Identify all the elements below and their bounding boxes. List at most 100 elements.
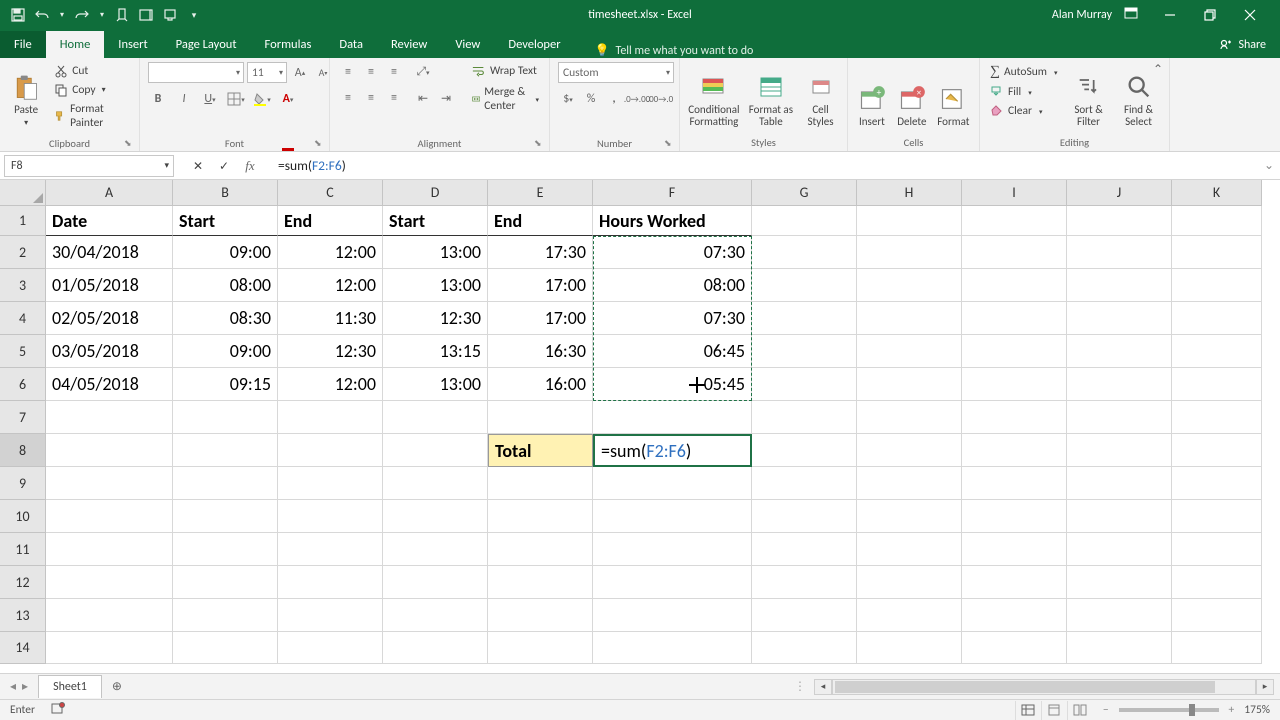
cell[interactable] (857, 566, 962, 599)
qat-item-icon[interactable] (162, 7, 178, 23)
dialog-launcher-icon[interactable]: ⬊ (314, 138, 325, 149)
cell[interactable] (962, 599, 1067, 632)
macro-record-icon[interactable] (45, 701, 71, 719)
zoom-out-icon[interactable]: − (1103, 703, 1109, 717)
cell[interactable] (1067, 335, 1172, 368)
cell[interactable] (1067, 467, 1172, 500)
column-header[interactable]: H (857, 180, 962, 206)
tab-home[interactable]: Home (46, 31, 105, 58)
cell[interactable]: 12:30 (278, 335, 383, 368)
cell[interactable]: Start (383, 206, 488, 236)
align-bottom-icon[interactable]: ≡ (384, 62, 404, 82)
column-header[interactable]: K (1172, 180, 1262, 206)
row-header[interactable]: 6 (0, 368, 46, 401)
column-header[interactable]: B (173, 180, 278, 206)
cell[interactable] (488, 500, 593, 533)
paste-button[interactable]: Paste ▾ (8, 62, 44, 128)
qat-customize-icon[interactable]: ▾ (186, 7, 202, 23)
cell[interactable] (46, 467, 173, 500)
zoom-slider[interactable] (1119, 708, 1219, 712)
page-layout-view-icon[interactable] (1041, 701, 1067, 720)
cell[interactable] (752, 401, 857, 434)
scroll-right-icon[interactable]: ▸ (1256, 679, 1274, 695)
cell[interactable] (1172, 206, 1262, 236)
cell[interactable] (962, 566, 1067, 599)
sort-filter-button[interactable]: Sort & Filter (1068, 62, 1110, 128)
cell[interactable] (1172, 599, 1262, 632)
cell[interactable] (1172, 434, 1262, 467)
row-header[interactable]: 7 (0, 401, 46, 434)
cell[interactable] (46, 533, 173, 566)
cell[interactable] (962, 467, 1067, 500)
cell[interactable] (752, 368, 857, 401)
copy-button[interactable]: Copy▾ (52, 81, 131, 99)
cell-styles-button[interactable]: Cell Styles (802, 62, 839, 128)
column-header[interactable]: G (752, 180, 857, 206)
percent-format-icon[interactable]: % (581, 89, 601, 109)
cell[interactable] (857, 368, 962, 401)
cell[interactable]: 06:45 (593, 335, 752, 368)
qat-dropdown-icon[interactable]: ▾ (98, 7, 106, 23)
cell[interactable] (593, 467, 752, 500)
cell[interactable] (752, 467, 857, 500)
cell[interactable] (278, 566, 383, 599)
page-break-view-icon[interactable] (1067, 701, 1093, 720)
row-header[interactable]: 4 (0, 302, 46, 335)
spreadsheet-grid[interactable]: ABCDEFGHIJK 1234567891011121314 DateStar… (0, 180, 1280, 675)
cell[interactable] (46, 500, 173, 533)
qat-dropdown-icon[interactable]: ▾ (58, 7, 66, 23)
cell[interactable] (962, 236, 1067, 269)
expand-formula-bar-icon[interactable]: ⌄ (1258, 158, 1280, 173)
cell[interactable] (752, 434, 857, 467)
align-top-icon[interactable]: ≡ (338, 62, 358, 82)
row-header[interactable]: 5 (0, 335, 46, 368)
cell[interactable]: 12:30 (383, 302, 488, 335)
cell[interactable] (278, 467, 383, 500)
cell[interactable] (278, 533, 383, 566)
font-color-button[interactable]: A▾ (278, 89, 298, 109)
fill-button[interactable]: Fill▾ (988, 83, 1060, 101)
cell[interactable] (593, 632, 752, 664)
cell[interactable] (1067, 632, 1172, 664)
cell[interactable] (1172, 467, 1262, 500)
borders-button[interactable]: ▾ (226, 89, 246, 109)
normal-view-icon[interactable] (1015, 701, 1041, 720)
cell[interactable]: 12:00 (278, 236, 383, 269)
enter-formula-icon[interactable]: ✓ (216, 159, 232, 173)
cell[interactable] (383, 599, 488, 632)
cell[interactable] (383, 401, 488, 434)
cell[interactable]: 13:00 (383, 269, 488, 302)
format-as-table-button[interactable]: Format as Table (748, 62, 794, 128)
cell[interactable] (1067, 500, 1172, 533)
cell[interactable] (962, 335, 1067, 368)
share-button[interactable]: Share (1205, 32, 1280, 58)
tab-view[interactable]: View (441, 31, 494, 58)
cell[interactable]: 07:30 (593, 302, 752, 335)
ribbon-display-icon[interactable] (1124, 6, 1138, 24)
align-middle-icon[interactable]: ≡ (361, 62, 381, 82)
row-header[interactable]: 9 (0, 467, 46, 500)
name-box[interactable]: F8▾ (4, 155, 174, 177)
cell[interactable] (1172, 302, 1262, 335)
cell[interactable] (752, 599, 857, 632)
align-center-icon[interactable]: ≡ (361, 88, 381, 108)
cell[interactable] (857, 632, 962, 664)
cell[interactable] (752, 533, 857, 566)
column-header[interactable]: J (1067, 180, 1172, 206)
decrease-decimal-icon[interactable]: .00→.0 (650, 89, 670, 109)
cell[interactable] (857, 533, 962, 566)
minimize-button[interactable] (1150, 0, 1190, 30)
format-painter-button[interactable]: Format Painter (52, 100, 131, 132)
tab-developer[interactable]: Developer (494, 31, 574, 58)
cell[interactable] (1172, 335, 1262, 368)
increase-indent-icon[interactable]: ⇥ (436, 88, 456, 108)
qat-item-icon[interactable] (138, 7, 154, 23)
column-header[interactable]: F (593, 180, 752, 206)
fill-color-button[interactable]: ▾ (252, 89, 272, 109)
cell[interactable] (857, 206, 962, 236)
cell[interactable] (962, 434, 1067, 467)
cell[interactable] (593, 533, 752, 566)
cell[interactable]: 17:30 (488, 236, 593, 269)
cell[interactable]: 08:00 (593, 269, 752, 302)
cell[interactable]: 13:00 (383, 368, 488, 401)
